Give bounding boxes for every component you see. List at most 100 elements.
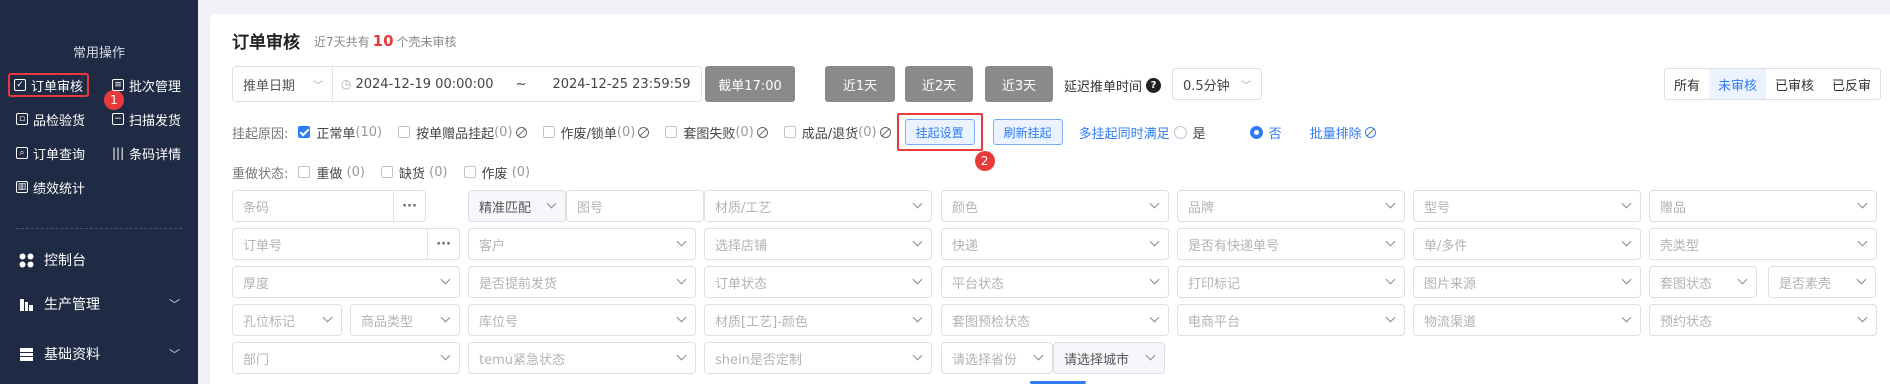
page-subtitle: 近7天共有 10 个壳未审核 [314,32,457,50]
refresh-hold-button[interactable]: 刷新挂起 [992,119,1063,145]
order-no-input[interactable]: 订单号 ··· [232,228,460,260]
precheck-select[interactable]: 套图预检状态 [941,304,1169,336]
material-color-select[interactable]: 材质[工艺]-颜色 [704,304,932,336]
tab-all[interactable]: 所有 [1665,69,1709,99]
last-2-days-button[interactable]: 近2天 [905,66,973,102]
province-select[interactable]: 请选择省份 [941,342,1053,374]
exclude-icon[interactable] [515,126,527,138]
preorder-select[interactable]: 预约状态 [1649,304,1877,336]
single-multi-select[interactable]: 单/多件 [1413,228,1641,260]
thickness-select[interactable]: 厚度 [232,266,460,298]
checkbox[interactable] [463,166,476,178]
more-icon[interactable]: ··· [393,191,425,221]
more-icon[interactable]: ··· [427,229,459,259]
shein-custom-select[interactable]: shein是否定制 [704,342,932,374]
temu-urgent-select[interactable]: temu紧急状态 [468,342,696,374]
checkbox[interactable] [298,166,311,178]
exclude-icon[interactable] [638,126,650,138]
batch-exclude-link[interactable]: 批量排除 [1310,123,1362,142]
checkbox[interactable] [380,166,393,178]
city-select[interactable]: 请选择城市 [1053,342,1165,374]
match-mode-select[interactable]: 精准匹配 [468,190,566,222]
hold-option-gift[interactable]: 按单赠品挂起 (0) [398,123,527,142]
radio-yes[interactable] [1173,125,1187,139]
shell-type-select[interactable]: 壳类型 [1649,228,1877,260]
product-type-select[interactable]: 商品类型 [350,304,460,336]
date-type-select[interactable]: 推单日期 ﹀ [233,67,333,101]
chevron-down-icon [546,198,557,209]
hold-settings-button[interactable]: 挂起设置 [904,119,975,145]
quick-link-order-query[interactable]: ⌕ 订单查询 [12,141,89,165]
redo-option-void[interactable]: 作废 (0) [463,163,530,182]
date-range-picker[interactable]: 推单日期 ﹀ ◷ 2024-12-19 00:00:00 ~ 2024-12-2… [232,66,702,102]
set-status-select[interactable]: 套图状态 [1649,266,1757,298]
pattern-no-input[interactable]: 图号 [566,190,704,222]
model-select[interactable]: 型号 [1413,190,1641,222]
radio-no[interactable] [1249,125,1263,139]
chevron-down-icon [676,312,687,323]
cutoff-button[interactable]: 截单17:00 [705,66,795,102]
tab-unreviewed[interactable]: 未审核 [1709,69,1767,99]
dept-select[interactable]: 部门 [232,342,460,374]
quick-link-label: 绩效统计 [33,181,86,197]
tab-unreviewed-reverse[interactable]: 已反审 [1823,69,1880,99]
hold-option-count: (0) [735,124,754,140]
menu-item-basic-data[interactable]: 基础资料 ﹀ [18,344,180,364]
exclude-icon[interactable] [756,126,768,138]
hole-mark-select[interactable]: 孔位标记 [232,304,342,336]
checkbox[interactable] [542,126,555,138]
brand-select[interactable]: 品牌 [1177,190,1405,222]
date-separator: ~ [515,76,527,92]
hold-option-normal[interactable]: 正常单 (10) [298,123,382,142]
checkbox[interactable] [398,126,411,138]
delay-label-text: 延迟推单时间 [1064,80,1143,95]
checkbox[interactable] [665,126,678,138]
quick-link-label: 品检验货 [33,113,86,129]
barcode-input[interactable]: 条码 ··· [232,190,426,222]
chart-icon: ▥ [16,181,28,193]
quick-link-inspect[interactable]: ▫ 品检验货 [12,107,89,131]
date-end[interactable]: 2024-12-25 23:59:59 [552,77,690,92]
ecommerce-select[interactable]: 电商平台 [1177,304,1405,336]
plain-shell-select[interactable]: 是否素壳 [1768,266,1876,298]
print-mark-select[interactable]: 打印标记 [1177,266,1405,298]
date-start[interactable]: 2024-12-19 00:00:00 [355,77,493,92]
shop-select[interactable]: 选择店铺 [704,228,932,260]
help-icon[interactable]: ? [1146,78,1162,93]
express-select[interactable]: 快递 [941,228,1169,260]
gift-select[interactable]: 赠品 [1649,190,1877,222]
customer-select[interactable]: 客户 [468,228,696,260]
order-status-select[interactable]: 订单状态 [704,266,932,298]
tab-reviewed[interactable]: 已审核 [1766,69,1823,99]
material-select[interactable]: 材质/工艺 [704,190,932,222]
location-select[interactable]: 库位号 [468,304,696,336]
logistics-select[interactable]: 物流渠道 [1413,304,1641,336]
has-tracking-select[interactable]: 是否有快递单号 [1177,228,1405,260]
chevron-down-icon [1857,198,1868,209]
last-3-days-button[interactable]: 近3天 [985,66,1053,102]
hold-option-return[interactable]: 成品/退货 (0) [783,123,891,142]
hold-option-void-lock[interactable]: 作废/锁单 (0) [542,123,650,142]
last-1-day-button[interactable]: 近1天 [825,66,895,102]
menu-item-production[interactable]: 生产管理 ﹀ [18,294,180,314]
platform-status-select[interactable]: 平台状态 [941,266,1169,298]
quick-link-performance[interactable]: ▥ 绩效统计 [12,175,89,199]
hold-option-label: 正常单 [316,126,356,142]
chevron-down-icon [1385,312,1396,323]
redo-option-stockout[interactable]: 缺货 (0) [380,163,448,182]
quick-link-scan-ship[interactable]: − 扫描发货 [108,107,185,131]
checkbox[interactable] [783,126,796,138]
checkbox-checked[interactable] [298,126,311,138]
early-ship-select[interactable]: 是否提前发货 [468,266,696,298]
quick-link-order-review[interactable]: ✓ 订单审核 [8,73,90,97]
color-select[interactable]: 颜色 [941,190,1169,222]
exclude-icon[interactable] [1364,126,1376,138]
hold-option-set-failed[interactable]: 套图失败 (0) [665,123,768,142]
quick-link-barcode[interactable]: ||| 条码详情 [108,141,185,165]
quick-link-batch[interactable]: ≡ 批次管理 [108,73,185,97]
menu-item-dashboard[interactable]: 控制台 [18,250,180,270]
exclude-icon[interactable] [879,126,891,138]
image-source-select[interactable]: 图片来源 [1413,266,1641,298]
redo-option-redo[interactable]: 重做 (0) [298,163,365,182]
delay-select[interactable]: 0.5分钟 ﹀ [1172,68,1262,100]
